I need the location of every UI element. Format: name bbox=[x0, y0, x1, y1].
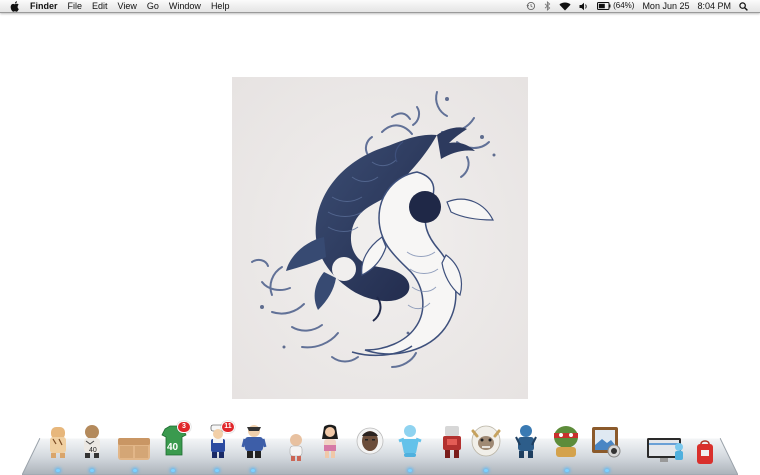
running-indicator bbox=[605, 469, 609, 472]
time-machine-icon[interactable] bbox=[526, 1, 536, 11]
dock-yeti-figure-icon[interactable] bbox=[470, 423, 502, 459]
menu-file[interactable]: File bbox=[68, 0, 83, 12]
svg-text:40: 40 bbox=[167, 442, 179, 453]
sailor-figure-badge: 11 bbox=[221, 421, 235, 433]
dock-red-bag-icon[interactable] bbox=[694, 430, 716, 466]
battery-icon bbox=[597, 2, 611, 10]
menu-window[interactable]: Window bbox=[169, 0, 201, 12]
green-jersey-badge: 3 bbox=[177, 421, 191, 433]
battery-status[interactable]: (64%) bbox=[597, 0, 634, 12]
running-indicator bbox=[215, 469, 219, 472]
koi-fish-illustration bbox=[232, 77, 528, 399]
menu-app-finder[interactable]: Finder bbox=[30, 0, 58, 12]
dock-sailor-figure-icon[interactable]: 11 bbox=[204, 421, 235, 459]
desktop-artwork-koi-yin-yang bbox=[232, 77, 528, 399]
menu-bar-status: (64%) Mon Jun 25 8:04 PM bbox=[526, 0, 760, 12]
menu-help[interactable]: Help bbox=[211, 0, 230, 12]
dock-tiger-figure-icon[interactable] bbox=[44, 423, 72, 459]
menu-bar-left: Finder File Edit View Go Window Help bbox=[0, 0, 239, 12]
running-indicator bbox=[565, 469, 569, 472]
dock-red-robot-icon[interactable] bbox=[438, 423, 466, 459]
svg-text:40: 40 bbox=[89, 447, 97, 454]
running-indicator bbox=[56, 469, 60, 472]
dock-woman-figure-icon[interactable] bbox=[316, 423, 344, 459]
dock-face-portrait-icon[interactable] bbox=[356, 423, 384, 459]
running-indicator bbox=[251, 469, 255, 472]
running-indicator bbox=[484, 469, 488, 472]
dock-green-turtle-icon[interactable] bbox=[550, 423, 582, 459]
menu-edit[interactable]: Edit bbox=[92, 0, 108, 12]
running-indicator bbox=[90, 469, 94, 472]
running-indicator bbox=[408, 469, 412, 472]
battery-percentage: (64%) bbox=[613, 1, 635, 10]
dock-green-jersey-icon[interactable]: 40 3 bbox=[160, 421, 191, 459]
running-indicator bbox=[133, 469, 137, 472]
dock-dog-lion-figure-icon[interactable]: 40 bbox=[78, 423, 106, 459]
menu-view[interactable]: View bbox=[118, 0, 137, 12]
wifi-icon[interactable] bbox=[559, 2, 571, 11]
dock-photo-frame-icon[interactable] bbox=[590, 423, 622, 459]
spotlight-search-icon[interactable] bbox=[739, 1, 748, 11]
menu-go[interactable]: Go bbox=[147, 0, 159, 12]
volume-icon[interactable] bbox=[579, 2, 589, 11]
dock-samurai-figure-icon[interactable] bbox=[240, 423, 268, 459]
apple-menu-icon[interactable] bbox=[10, 0, 21, 12]
dock-blue-small-icon[interactable] bbox=[672, 440, 686, 462]
running-indicator bbox=[171, 469, 175, 472]
dock-blue-figure-icon[interactable] bbox=[396, 423, 424, 459]
bluetooth-icon[interactable] bbox=[544, 1, 551, 11]
dock-tan-box-icon[interactable] bbox=[116, 426, 152, 462]
dock-blue-warrior-icon[interactable] bbox=[512, 423, 540, 459]
menu-time[interactable]: 8:04 PM bbox=[697, 0, 731, 12]
menu-bar: Finder File Edit View Go Window Help (64… bbox=[0, 0, 760, 13]
menu-date[interactable]: Mon Jun 25 bbox=[642, 0, 689, 12]
dock-small-figure-icon[interactable] bbox=[282, 426, 310, 462]
